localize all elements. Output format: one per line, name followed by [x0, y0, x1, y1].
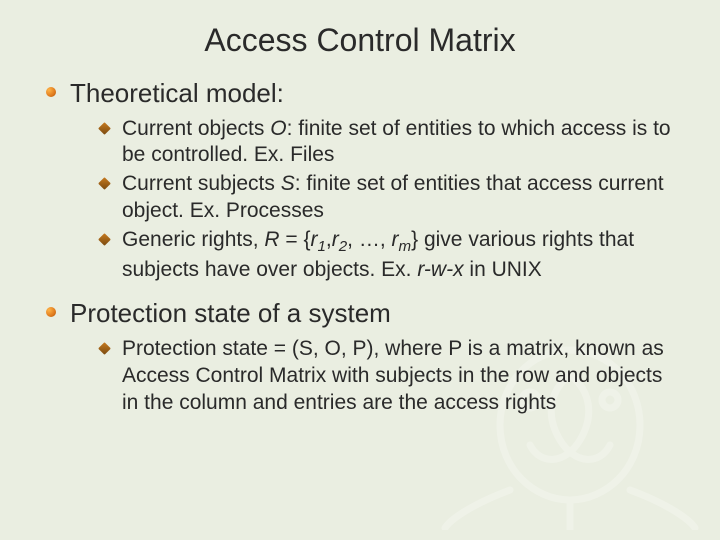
variable-s: S [281, 172, 295, 195]
subscript-m: m [399, 238, 412, 255]
bullet-list-level1: Theoretical model: Current objects O: fi… [40, 77, 680, 417]
section-protection-state: Protection state of a system Protection … [44, 297, 680, 416]
list-item: Protection state = (S, O, P), where P is… [100, 336, 680, 417]
text: Protection state = (S, O, P), where P is… [122, 337, 664, 414]
section-theoretical-model: Theoretical model: Current objects O: fi… [44, 77, 680, 283]
list-item: Generic rights, R = {r1,r2, …, rm} give … [100, 227, 680, 283]
list-item: Current objects O: finite set of entitie… [100, 116, 680, 170]
variable-rm: r [392, 228, 399, 251]
text: , …, [347, 228, 391, 251]
section-heading: Theoretical model: [70, 78, 284, 108]
text: Generic rights, [122, 228, 264, 251]
variable-r: R [264, 228, 279, 251]
example-rwx: r-w-x [417, 258, 463, 281]
section-heading: Protection state of a system [70, 298, 391, 328]
bullet-list-level2: Protection state = (S, O, P), where P is… [70, 336, 680, 417]
text: in UNIX [464, 258, 542, 281]
slide: Access Control Matrix Theoretical model:… [0, 0, 720, 540]
slide-title: Access Control Matrix [40, 22, 680, 59]
text: = { [280, 228, 311, 251]
variable-r2: r [332, 228, 339, 251]
variable-o: O [270, 117, 286, 140]
text: Current objects [122, 117, 270, 140]
list-item: Current subjects S: finite set of entiti… [100, 171, 680, 225]
subscript-1: 1 [318, 238, 326, 255]
bullet-list-level2: Current objects O: finite set of entitie… [70, 116, 680, 284]
text: Current subjects [122, 172, 281, 195]
subscript-2: 2 [339, 238, 347, 255]
variable-r1: r [311, 228, 318, 251]
